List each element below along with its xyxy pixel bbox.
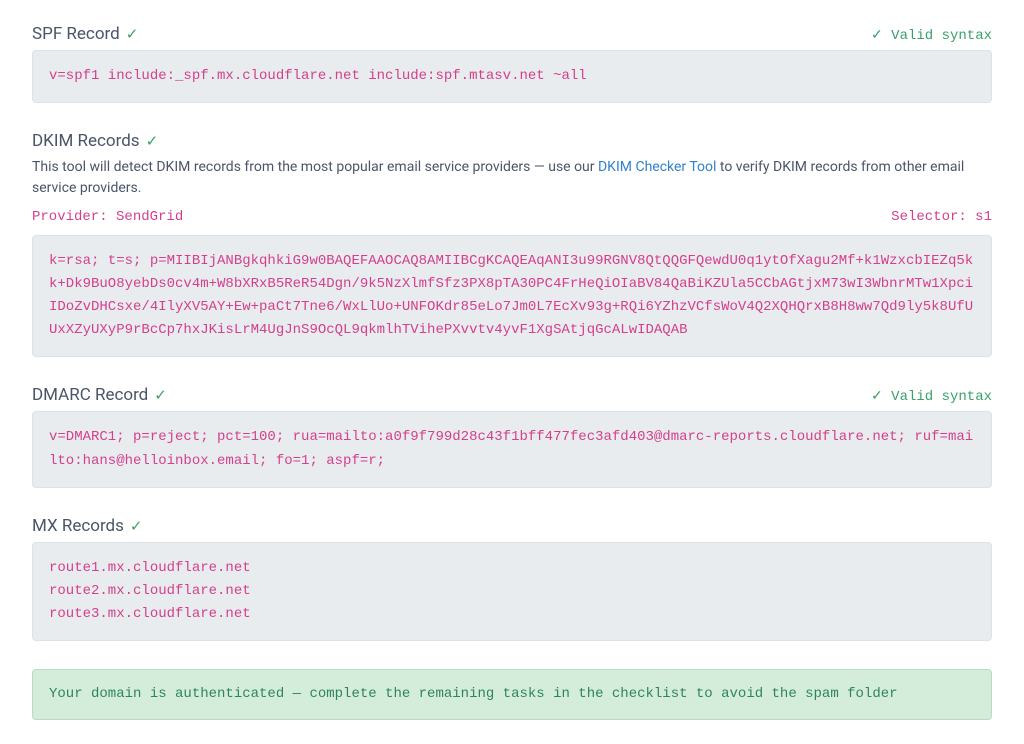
spf-header: SPF Record ✓ ✓ Valid syntax [32, 24, 992, 44]
mx-section: MX Records ✓ route1.mx.cloudflare.net ro… [32, 516, 992, 641]
mx-title-row: MX Records ✓ [32, 516, 142, 536]
dmarc-section: DMARC Record ✓ ✓ Valid syntax v=DMARC1; … [32, 385, 992, 487]
dkim-code: k=rsa; t=s; p=MIIBIjANBgkqhkiG9w0BAQEFAA… [32, 235, 992, 357]
check-icon: ✓ [146, 132, 159, 150]
check-icon: ✓ [130, 517, 143, 535]
dkim-subtext-pre: This tool will detect DKIM records from … [32, 159, 598, 175]
dkim-header: DKIM Records ✓ [32, 131, 992, 151]
dmarc-title-row: DMARC Record ✓ [32, 385, 167, 405]
dkim-section: DKIM Records ✓ This tool will detect DKI… [32, 131, 992, 357]
mx-code: route1.mx.cloudflare.net route2.mx.cloud… [32, 542, 992, 641]
dkim-checker-link[interactable]: DKIM Checker Tool [598, 159, 716, 175]
spf-section: SPF Record ✓ ✓ Valid syntax v=spf1 inclu… [32, 24, 992, 103]
mx-title: MX Records [32, 516, 124, 536]
spf-code: v=spf1 include:_spf.mx.cloudflare.net in… [32, 50, 992, 103]
dkim-selector: Selector: s1 [891, 209, 992, 225]
dmarc-title: DMARC Record [32, 385, 148, 405]
mx-header: MX Records ✓ [32, 516, 992, 536]
spf-title: SPF Record [32, 24, 120, 44]
dmarc-valid-badge: ✓ Valid syntax [871, 388, 992, 405]
dkim-subtext: This tool will detect DKIM records from … [32, 157, 992, 199]
check-icon: ✓ [154, 386, 167, 404]
spf-valid-badge: ✓ Valid syntax [871, 27, 992, 44]
success-message: Your domain is authenticated — complete … [32, 669, 992, 720]
dmarc-header: DMARC Record ✓ ✓ Valid syntax [32, 385, 992, 405]
dkim-title-row: DKIM Records ✓ [32, 131, 158, 151]
spf-title-row: SPF Record ✓ [32, 24, 138, 44]
dkim-provider: Provider: SendGrid [32, 209, 183, 225]
dmarc-code: v=DMARC1; p=reject; pct=100; rua=mailto:… [32, 411, 992, 487]
check-icon: ✓ [126, 25, 139, 43]
dkim-title: DKIM Records [32, 131, 140, 151]
dkim-meta-row: Provider: SendGrid Selector: s1 [32, 209, 992, 225]
